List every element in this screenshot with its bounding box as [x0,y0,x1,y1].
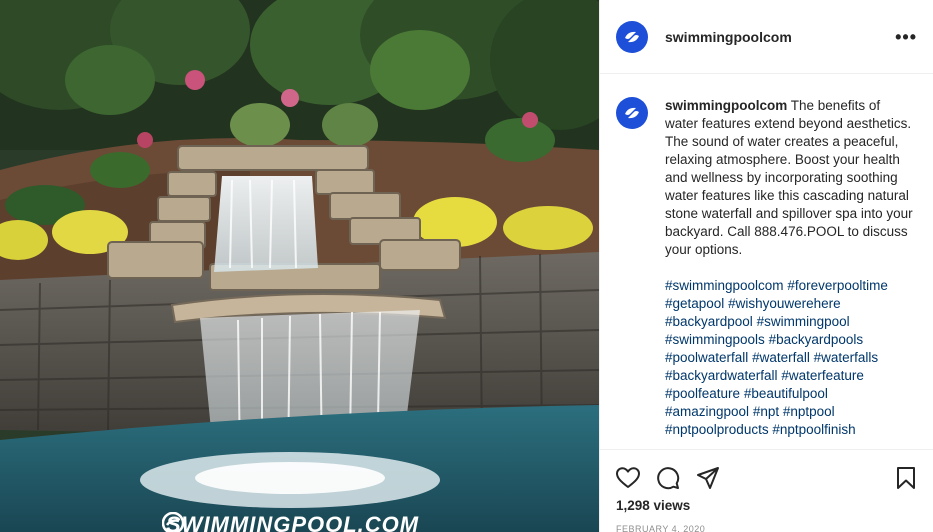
post-panel: swimmingpoolcom ••• swimmingpoolcom The … [599,0,933,532]
brand-logo-icon [625,31,639,42]
post-header: swimmingpoolcom ••• [600,0,933,74]
hashtag-link[interactable]: #poolfeature [665,386,740,401]
hashtag-link[interactable]: #swimmingpoolcom [665,278,784,293]
post-date[interactable]: FEBRUARY 4, 2020 [616,524,705,532]
hashtag-link[interactable]: #nptpoolproducts [665,422,769,437]
hashtag-link[interactable]: #nptpoolfinish [772,422,855,437]
hashtag-link[interactable]: #foreverpooltime [787,278,888,293]
view-count[interactable]: 1,298 views [616,498,690,513]
hashtag-link[interactable]: #swimmingpool [757,314,850,329]
brand-logo-icon [625,107,639,119]
avatar[interactable] [616,20,648,53]
post-media[interactable]: SWIMMINGPOOL.COM [0,0,599,532]
hashtag-link[interactable]: #waterfeature [781,368,864,383]
waterfall-pool-photo [0,0,599,532]
hashtag-link[interactable]: #backyardwaterfall [665,368,778,383]
header-username[interactable]: swimmingpoolcom [665,29,792,45]
action-bar [600,460,933,496]
caption-avatar[interactable] [616,97,648,129]
hashtag-link[interactable]: #backyardpools [769,332,864,347]
hashtag-link[interactable]: #waterfall [752,350,810,365]
hashtag-link[interactable]: #beautifulpool [744,386,828,401]
caption-username[interactable]: swimmingpoolcom [665,98,787,113]
hashtag-link[interactable]: #swimmingpools [665,332,765,347]
hashtag-link[interactable]: #nptpool [783,404,835,419]
caption-body: swimmingpoolcom The benefits of water fe… [665,97,915,439]
heart-icon[interactable] [614,464,642,492]
more-options-button[interactable]: ••• [895,28,917,46]
hashtag-link[interactable]: #poolwaterfall [665,350,748,365]
caption-section[interactable]: swimmingpoolcom The benefits of water fe… [600,75,933,450]
caption-row: swimmingpoolcom The benefits of water fe… [616,97,918,439]
hashtag-list: #swimmingpoolcom #foreverpooltime #getap… [665,277,915,439]
comment-icon[interactable] [654,464,682,492]
hashtag-link[interactable]: #amazingpool [665,404,749,419]
hashtag-link[interactable]: #wishyouwerehere [728,296,841,311]
watermark-text: SWIMMINGPOOL.COM [166,512,420,532]
hashtag-link[interactable]: #waterfalls [814,350,879,365]
bookmark-icon[interactable] [892,464,920,492]
hashtag-link[interactable]: #npt [753,404,779,419]
hashtag-link[interactable]: #getapool [665,296,724,311]
hashtag-link[interactable]: #backyardpool [665,314,753,329]
caption-content: The benefits of water features extend be… [665,98,913,257]
brand-watermark: SWIMMINGPOOL.COM [162,512,419,532]
caption-text: swimmingpoolcom The benefits of water fe… [665,97,915,259]
send-icon[interactable] [694,464,722,492]
